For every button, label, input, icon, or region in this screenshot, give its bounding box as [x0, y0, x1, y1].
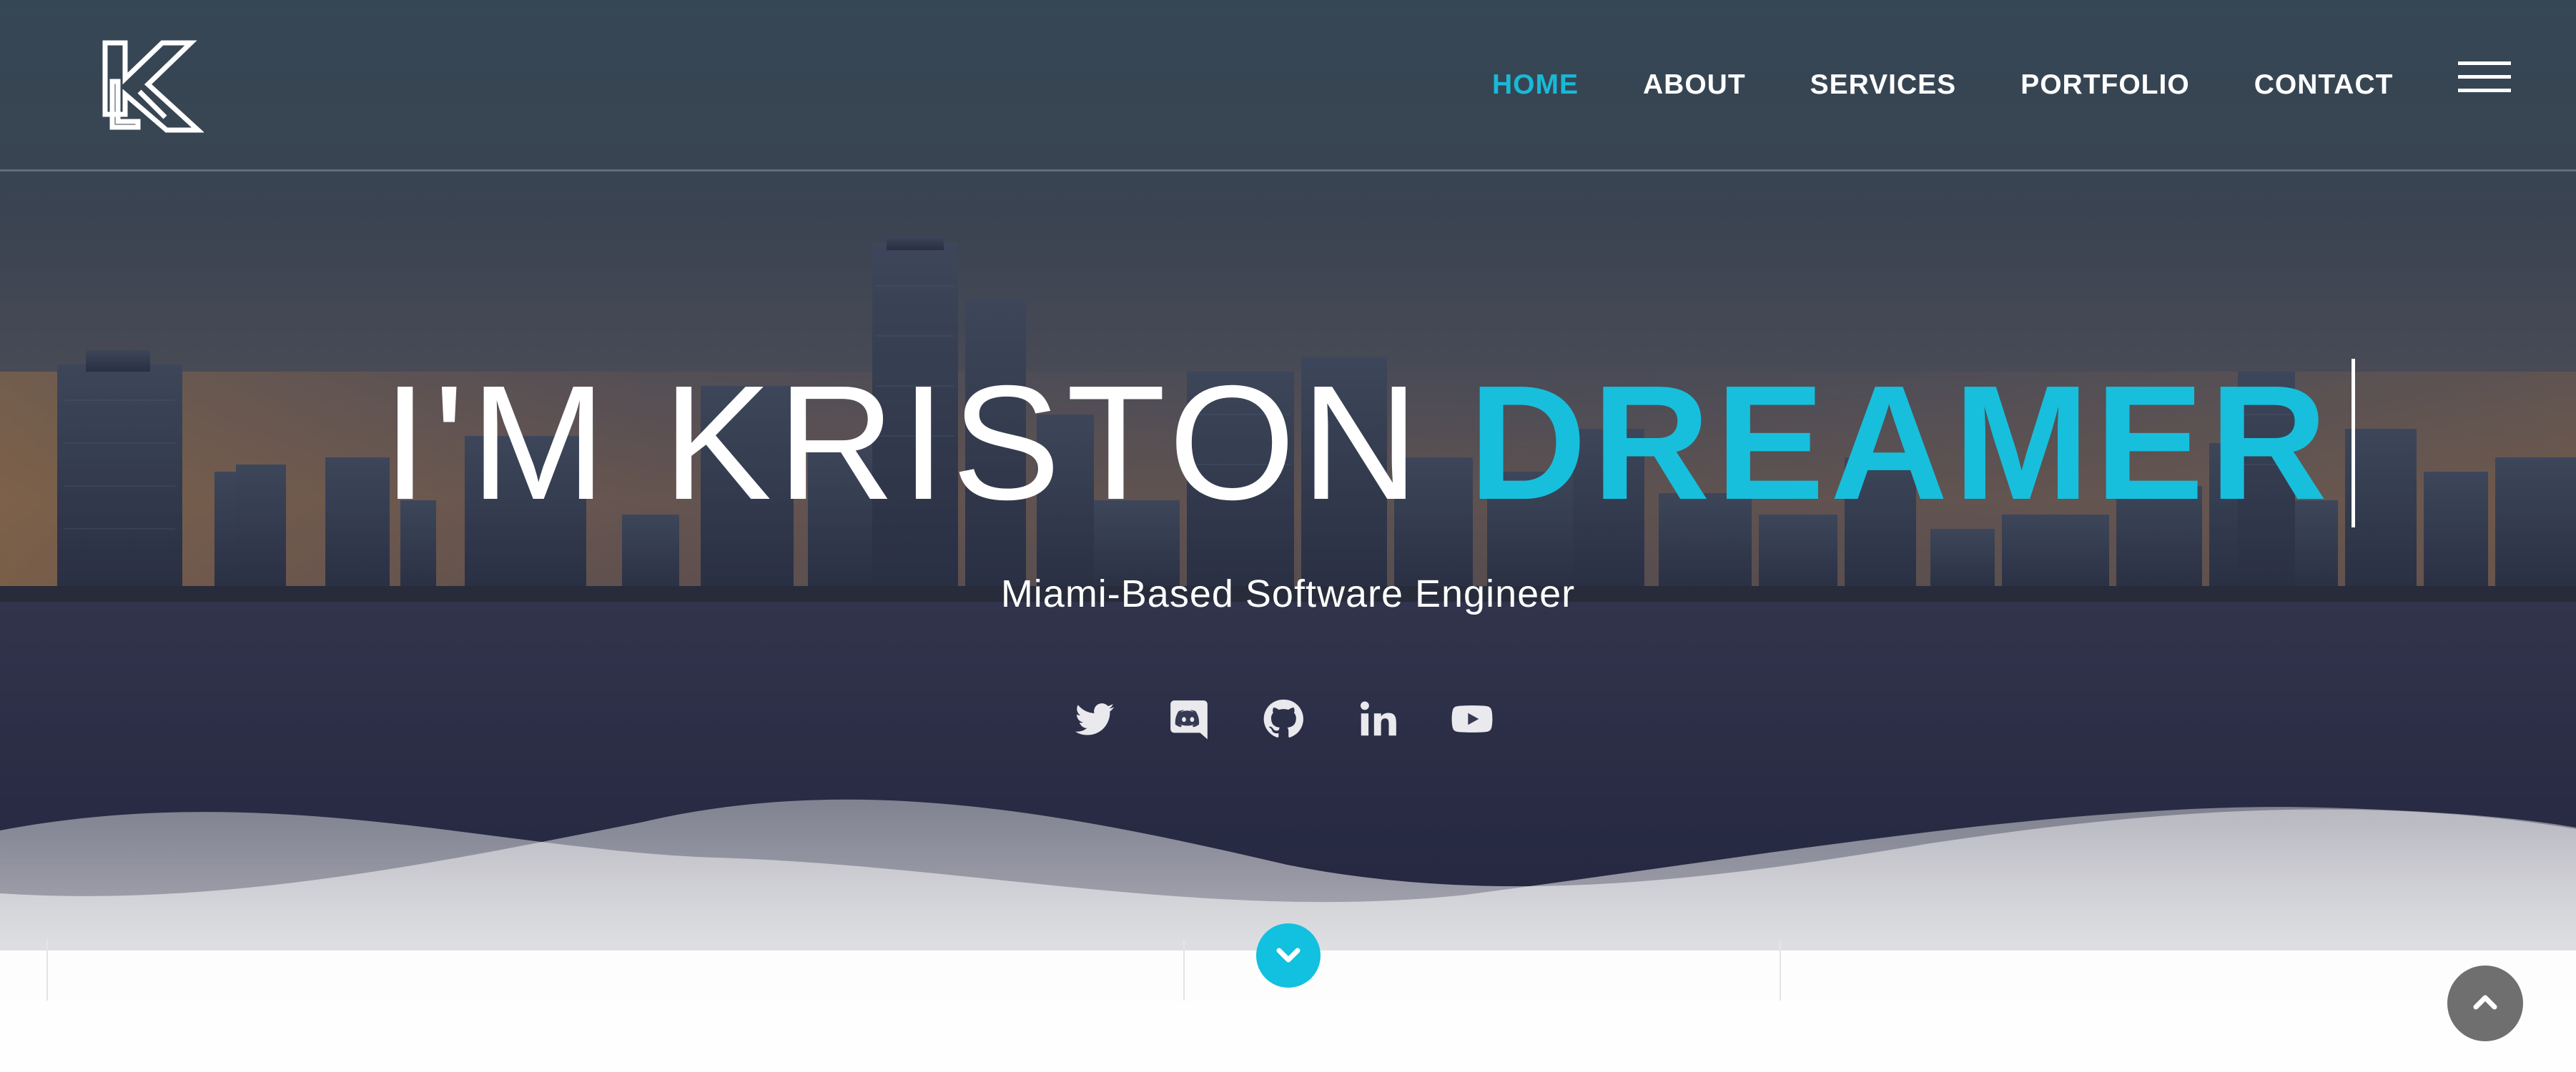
hero-title: I'M KRISTON DREAMER: [383, 352, 2356, 534]
twitter-icon: [1075, 703, 1115, 735]
youtube-icon: [1451, 705, 1493, 733]
nav-item-contact[interactable]: CONTACT: [2254, 67, 2394, 103]
discord-link[interactable]: [1167, 697, 1211, 741]
twitter-link[interactable]: [1072, 697, 1117, 741]
nav-item-portfolio[interactable]: PORTFOLIO: [2020, 67, 2190, 103]
youtube-link[interactable]: [1450, 697, 1494, 741]
github-link[interactable]: [1261, 697, 1306, 741]
nav-item-home[interactable]: HOME: [1492, 67, 1579, 103]
back-to-top-button[interactable]: [2447, 966, 2523, 1041]
hero-title-prefix: I'M KRISTON: [383, 352, 1425, 534]
typing-caret: [2352, 359, 2356, 527]
nav-item-about[interactable]: ABOUT: [1643, 67, 1746, 103]
chevron-up-icon: [2473, 995, 2497, 1010]
chevron-down-icon: [1276, 948, 1301, 963]
logo-k-icon[interactable]: [97, 37, 204, 136]
github-icon: [1263, 699, 1303, 738]
scroll-down-button[interactable]: [1256, 923, 1321, 988]
discord-icon: [1170, 700, 1208, 740]
nav-item-services[interactable]: SERVICES: [1810, 67, 1957, 103]
hero-title-highlight: DREAMER: [1469, 352, 2334, 534]
social-links: [1072, 697, 1544, 741]
page: HOME ABOUT SERVICES PORTFOLIO CONTACT I'…: [0, 0, 2576, 1072]
linkedin-icon: [1360, 701, 1396, 736]
hamburger-menu-button[interactable]: [2458, 60, 2511, 94]
main-nav: HOME ABOUT SERVICES PORTFOLIO CONTACT: [1492, 67, 2457, 103]
linkedin-link[interactable]: [1356, 697, 1400, 741]
hamburger-icon: [2458, 61, 2511, 92]
hero-subtitle: Miami-Based Software Engineer: [1000, 572, 1576, 615]
site-header: HOME ABOUT SERVICES PORTFOLIO CONTACT: [0, 0, 2576, 172]
